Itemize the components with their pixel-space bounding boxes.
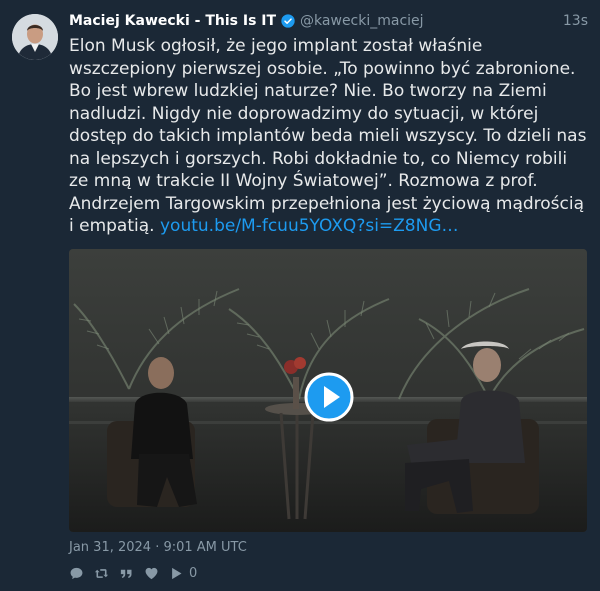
quote-icon xyxy=(120,569,132,578)
play-views-icon xyxy=(172,567,182,579)
heart-icon xyxy=(145,567,158,579)
tweet-date[interactable]: Jan 31, 2024 · 9:01 AM UTC xyxy=(69,540,247,555)
reply-button[interactable] xyxy=(69,566,84,581)
reply-icon xyxy=(70,567,83,579)
author-name[interactable]: Maciej Kawecki - This Is IT xyxy=(69,13,276,29)
play-icon[interactable] xyxy=(304,372,354,422)
retweet-button[interactable] xyxy=(94,566,109,581)
tweet-body: Elon Musk ogłosił, że jego implant zosta… xyxy=(69,36,587,236)
author-handle[interactable]: @kawecki_maciej xyxy=(300,13,424,29)
retweet-icon xyxy=(94,568,109,578)
like-button[interactable] xyxy=(144,566,159,581)
tweet-text: Elon Musk ogłosił, że jego implant zosta… xyxy=(69,35,589,238)
tweet-actions: 0 xyxy=(69,564,207,582)
tweet: Maciej Kawecki - This Is IT @kawecki_mac… xyxy=(0,0,600,591)
quote-button[interactable] xyxy=(119,566,134,581)
views-count: 0 xyxy=(189,565,198,581)
tweet-time[interactable]: 13s xyxy=(563,13,588,29)
tweet-link[interactable]: youtu.be/M-fcuu5YOXQ?si=Z8NG… xyxy=(160,216,459,236)
avatar[interactable] xyxy=(12,14,58,60)
views-counter[interactable]: 0 xyxy=(169,566,197,581)
verified-badge-icon xyxy=(281,14,295,28)
video-thumbnail[interactable] xyxy=(69,249,587,532)
tweet-header: Maciej Kawecki - This Is IT @kawecki_mac… xyxy=(69,11,588,31)
